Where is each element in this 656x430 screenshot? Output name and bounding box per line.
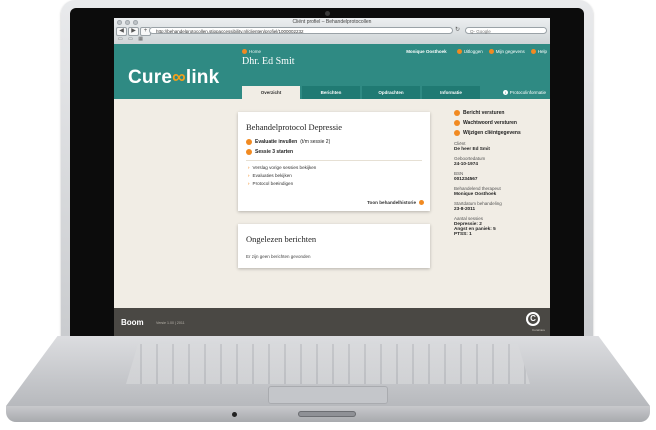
laptop-screen: Cliënt profiel – Behandelprotocollen ◀ ▶… <box>114 18 550 336</box>
protocol-info-label: Protocolinformatie <box>509 90 546 95</box>
window-title: Cliënt profiel – Behandelprotocollen <box>292 19 372 25</box>
help-link[interactable]: Help <box>530 49 547 54</box>
unread-messages-title: Ongelezen berichten <box>246 234 317 244</box>
curacare-logo-icon: C <box>526 312 540 326</box>
back-button[interactable]: ◀ <box>116 27 127 36</box>
my-details-link[interactable]: Mijn gegevens <box>488 49 525 54</box>
boom-logo: Boom <box>121 318 144 327</box>
view-evaluations-link[interactable]: Evaluaties bekijken <box>248 173 292 178</box>
fill-evaluation-note: (t/m sessie 2) <box>300 139 331 145</box>
address-bar[interactable]: http://behandelprotocollen.stippaccessib… <box>149 27 453 34</box>
birthdate-field: Geboortedatum 24-10-1974 <box>454 156 548 166</box>
protocol-card: Behandelprotocol Depressie Evaluatie inv… <box>238 112 430 211</box>
sessions-field: Aantal sessies Depressie: 2 Angst en pan… <box>454 216 548 236</box>
user-menu: Monique Oosthoek Uitloggen Mijn gegevens… <box>406 49 547 54</box>
no-messages-text: Er zijn geen berichten gevonden <box>246 254 311 259</box>
curacare-label: CuraCare <box>531 328 545 332</box>
fill-evaluation-action[interactable]: Evaluatie invullen (t/m sessie 2) <box>246 139 330 145</box>
arrow-right-icon <box>454 120 460 126</box>
tab-overzicht[interactable]: Overzicht <box>242 86 300 99</box>
search-input[interactable]: Q- Google <box>465 27 547 34</box>
treatment-history-link[interactable]: Toon behandelhistorie <box>367 200 424 205</box>
session-count: PTSS: 1 <box>454 231 472 236</box>
infinity-icon: ∞ <box>172 67 186 88</box>
arrow-right-icon <box>246 139 252 145</box>
view-previous-sessions-link[interactable]: Verslag vorige sessies bekijken <box>248 165 317 170</box>
my-details-bullet-icon <box>488 49 494 54</box>
sleep-indicator-light <box>232 412 237 417</box>
send-message-action[interactable]: Bericht versturen <box>454 110 548 116</box>
field-value: De heer Ed Smit <box>454 146 490 151</box>
info-icon: i <box>502 90 508 95</box>
patient-name-heading: Dhr. Ed Smit <box>242 56 295 67</box>
help-bullet-icon <box>530 49 536 54</box>
version-text: Versie 1.00 | 2011 <box>156 321 185 325</box>
start-session-action[interactable]: Sessie 3 starten <box>246 149 293 155</box>
treatment-history-label: Toon behandelhistorie <box>367 200 416 205</box>
end-protocol-link[interactable]: Protocol beëindigen <box>248 181 294 186</box>
edit-client-details-action[interactable]: Wijzigen cliëntgegevens <box>454 130 548 136</box>
send-password-label: Wachtwoord versturen <box>463 120 517 126</box>
edit-client-details-label: Wijzigen cliëntgegevens <box>463 130 521 136</box>
logout-link[interactable]: Uitloggen <box>456 49 483 54</box>
logo-text-cure: Cure <box>128 67 173 88</box>
logout-bullet-icon <box>456 49 462 54</box>
curelink-logo[interactable]: Cure∞link <box>128 67 219 89</box>
arrow-right-icon <box>419 200 424 205</box>
arrow-right-icon <box>454 130 460 136</box>
webcam <box>325 11 330 16</box>
home-link[interactable]: Home <box>242 49 261 54</box>
fill-evaluation-label: Evaluatie invullen <box>255 139 298 145</box>
logged-in-user: Monique Oosthoek <box>406 49 447 54</box>
forward-button[interactable]: ▶ <box>128 27 139 36</box>
field-value: Monique Oosthoek <box>454 191 497 196</box>
client-field: Cliënt De heer Ed Smit <box>454 141 548 151</box>
send-message-label: Bericht versturen <box>463 110 505 116</box>
tab-informatie[interactable]: Informatie <box>422 86 480 99</box>
laptop-base <box>6 336 650 426</box>
trackpad <box>268 386 388 404</box>
logo-text-link: link <box>185 67 220 88</box>
divider <box>246 160 422 161</box>
arrow-right-icon <box>454 110 460 116</box>
main-tabs: Overzicht Berichten Opdrachten Informati… <box>242 86 480 99</box>
protocol-title: Behandelprotocol Depressie <box>246 122 343 132</box>
therapist-field: Behandelend therapeut Monique Oosthoek <box>454 186 548 196</box>
keyboard <box>126 344 530 384</box>
help-label: Help <box>537 49 547 54</box>
bsn-field: BSN 001234567 <box>454 171 548 181</box>
browser-nav-buttons: ◀ ▶ + <box>116 27 151 36</box>
client-sidebar: Bericht versturen Wachtwoord versturen W… <box>454 110 548 236</box>
unread-messages-card: Ongelezen berichten Er zijn geen bericht… <box>238 224 430 268</box>
front-latch <box>298 411 356 417</box>
bookmarks-bar-icons[interactable]: ▭ ▭ ▦ <box>118 36 145 42</box>
field-value: 23-8-2011 <box>454 206 476 211</box>
send-password-action[interactable]: Wachtwoord versturen <box>454 120 548 126</box>
field-value: 001234567 <box>454 176 478 181</box>
my-details-label: Mijn gegevens <box>495 49 525 54</box>
start-date-field: Startdatum behandeling 23-8-2011 <box>454 201 548 211</box>
tab-berichten[interactable]: Berichten <box>302 86 360 99</box>
home-label: Home <box>249 49 262 54</box>
app-footer: Boom Versie 1.00 | 2011 C CuraCare <box>114 308 550 336</box>
logout-label: Uitloggen <box>463 49 483 54</box>
protocol-info-link[interactable]: i Protocolinformatie <box>502 90 546 95</box>
reload-icon[interactable]: ↻ <box>455 27 462 34</box>
field-value: 24-10-1974 <box>454 161 478 166</box>
home-bullet-icon <box>242 49 247 54</box>
start-session-label: Sessie 3 starten <box>255 149 294 155</box>
tab-opdrachten[interactable]: Opdrachten <box>362 86 420 99</box>
browser-chrome: Cliënt profiel – Behandelprotocollen ◀ ▶… <box>114 18 550 45</box>
arrow-right-icon <box>246 149 252 155</box>
